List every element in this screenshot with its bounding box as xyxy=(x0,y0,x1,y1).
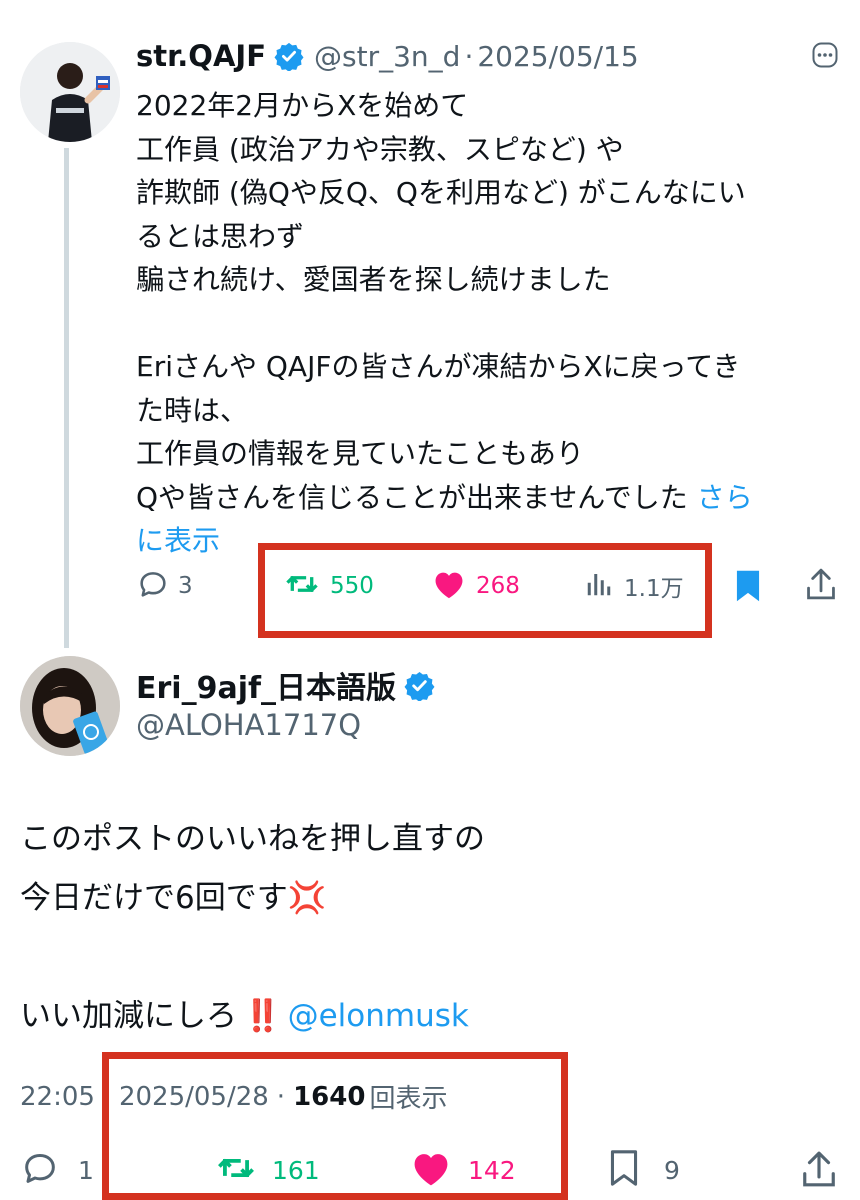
retweet-button[interactable]: 550 xyxy=(284,564,374,608)
post-line: 今日だけで6回です xyxy=(20,880,288,916)
display-name[interactable]: Eri_9ajf_日本語版 xyxy=(136,663,396,707)
share-icon[interactable] xyxy=(804,566,838,606)
heart-icon xyxy=(432,568,466,604)
share-icon[interactable] xyxy=(800,1148,838,1194)
like-button[interactable]: 142 xyxy=(410,1150,516,1190)
reply-button[interactable]: 3 xyxy=(136,564,193,608)
retweet-count: 550 xyxy=(330,573,374,599)
reply-button[interactable]: 1 xyxy=(20,1150,94,1190)
like-button[interactable]: 268 xyxy=(432,564,520,608)
reply-icon xyxy=(20,1148,60,1192)
reply-icon xyxy=(136,567,170,605)
post-date[interactable]: 2025/05/28 xyxy=(119,1082,269,1112)
post-line: 詐欺師 (偽Qや反Q、Qを利用など) がこんなにい xyxy=(136,176,746,209)
tweet-header: Eri_9ajf_日本語版 xyxy=(136,664,435,706)
post-text: このポストのいいねを押し直すの 今日だけで6回です💢 いい加減にしろ ‼️ @elo… xyxy=(20,810,485,1046)
more-options-icon[interactable] xyxy=(812,42,838,72)
post-line: るとは思わず xyxy=(136,219,305,253)
post-line xyxy=(136,302,836,346)
mention-link[interactable]: @elonmusk xyxy=(288,998,469,1034)
handle[interactable]: @str_3n_d xyxy=(314,40,460,73)
timestamp: 22:05 2025/05/28 · 1640 回表示 xyxy=(20,1078,447,1115)
post-line: 工作員 (政治アカや宗教、スピなど) や xyxy=(136,132,624,166)
separator: · xyxy=(276,1081,286,1112)
post-time[interactable]: 22:05 xyxy=(20,1082,95,1112)
exclamation-emoji: ‼️ xyxy=(243,998,282,1034)
post-line: いい加減にしろ xyxy=(20,998,237,1034)
thread-connector xyxy=(64,148,69,648)
display-name[interactable]: str.QAJF xyxy=(136,39,266,73)
post-date[interactable]: 2025/05/15 xyxy=(477,40,638,73)
show-more-link[interactable]: さら xyxy=(697,481,753,514)
like-count: 142 xyxy=(468,1155,516,1185)
reply-count: 1 xyxy=(78,1155,94,1185)
retweet-count: 161 xyxy=(272,1155,320,1185)
tweet-header: str.QAJF @str_3n_d · 2025/05/15 xyxy=(136,36,639,76)
post-line: た時は、 xyxy=(136,393,249,427)
post-line: Qや皆さんを信じることが出来ませんでした xyxy=(136,480,688,514)
bookmark-icon xyxy=(608,1148,640,1192)
separator: · xyxy=(464,39,474,73)
view-count: 1.1万 xyxy=(624,576,684,602)
avatar[interactable] xyxy=(20,656,120,756)
post-line: Eriさんや QAJFの皆さんが凍結からXに戻ってき xyxy=(136,350,741,383)
post-line: 騙され続け、愛国者を探し続けました xyxy=(136,263,611,296)
post-line: 工作員の情報を見ていたこともあり xyxy=(136,437,585,470)
verified-badge-icon xyxy=(404,670,435,702)
post-text: 2022年2月からXを始めて 工作員 (政治アカや宗教、スピなど) や 詐欺師 … xyxy=(136,84,836,563)
heart-icon xyxy=(410,1149,452,1191)
bookmark-count: 9 xyxy=(664,1155,680,1185)
views-button[interactable]: 1.1万 xyxy=(584,564,684,608)
verified-badge-icon xyxy=(274,41,304,72)
bar-chart-icon xyxy=(584,569,614,603)
reply-count: 3 xyxy=(178,573,193,599)
like-count: 268 xyxy=(476,573,520,599)
handle[interactable]: @ALOHA1717Q xyxy=(136,708,361,742)
anger-emoji: 💢 xyxy=(287,880,327,916)
post-line: 2022年2月からXを始めて xyxy=(136,89,469,122)
post-line: このポストのいいねを押し直すの xyxy=(20,821,485,857)
view-count: 1640 xyxy=(293,1081,366,1112)
retweet-icon xyxy=(214,1149,258,1191)
retweet-button[interactable]: 161 xyxy=(214,1150,320,1190)
bookmark-button[interactable]: 9 xyxy=(608,1150,680,1190)
bookmark-icon[interactable] xyxy=(734,568,762,608)
retweet-icon xyxy=(284,567,320,605)
views-label: 回表示 xyxy=(369,1084,448,1114)
avatar[interactable] xyxy=(20,42,120,142)
